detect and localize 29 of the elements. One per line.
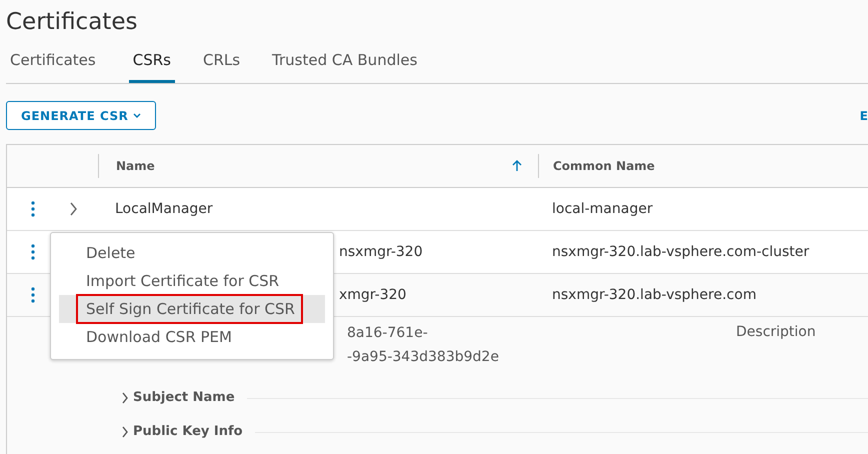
menu-item[interactable]: Download CSR PEM [59,323,325,351]
tab[interactable]: Certificates [6,40,100,83]
table-cell-text: local-manager [552,200,653,218]
menu-item[interactable]: Delete [59,239,325,267]
id-text: -9a95-343d383b9d2e [347,349,499,365]
sort-arrow-icon[interactable] [512,160,522,172]
chevron-right-icon [121,392,129,404]
section-toggle[interactable]: Public Key Info [121,422,243,442]
column-header[interactable]: Name [116,157,155,175]
section-toggle[interactable]: Subject Name [121,388,235,408]
tab[interactable]: CSRs [128,40,175,83]
page-title: Certificates [5,8,138,37]
table-cell-text: nsxmgr-320.lab-vsphere.com [552,286,756,304]
tab[interactable]: Trusted CA Bundles [268,40,422,83]
field-label: Description [736,323,816,342]
id-text: 8a16-761e- [347,325,428,341]
menu-item[interactable]: Import Certificate for CSR [59,267,325,295]
chevron-right-icon [121,426,129,438]
table-cell-text: nsxmgr-320.lab-vsphere.com-cluster [552,242,810,262]
table-cell-text: LocalManager [115,200,213,218]
table-cell-text: nsxmgr-320 [339,242,423,262]
chevron-right-icon[interactable] [69,202,77,216]
tab[interactable]: CRLs [198,40,244,83]
menu-item[interactable]: Self Sign Certificate for CSR [59,295,325,323]
column-header[interactable]: Common Name [553,157,655,175]
toolbar-button[interactable]: E [860,106,868,124]
table-cell-text: xmgr-320 [339,286,406,304]
generate-csr-button[interactable]: GENERATE CSR [6,101,156,130]
caret-icon [133,112,142,118]
